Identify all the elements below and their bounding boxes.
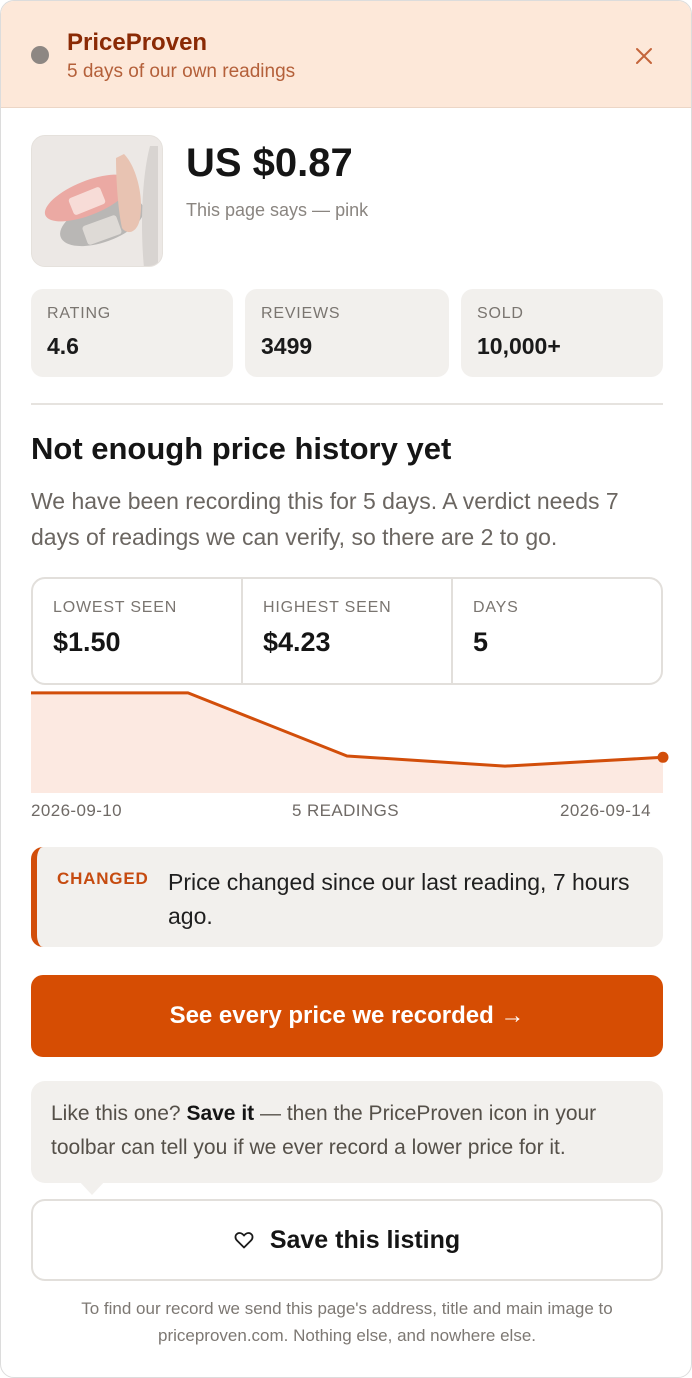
price-range-summary: LOWEST SEEN $1.50 HIGHEST SEEN $4.23 DAY… <box>31 577 663 685</box>
price-history-chart <box>31 691 669 793</box>
save-tip: Like this one? Save it — then the PriceP… <box>31 1081 663 1183</box>
see-price-history-button[interactable]: See every price we recorded → <box>31 975 663 1057</box>
save-listing-button[interactable]: Save this listing <box>31 1199 663 1281</box>
chart-area-fill <box>31 692 663 793</box>
stat-value: 4.6 <box>47 333 79 359</box>
brand-name: PriceProven <box>67 29 208 56</box>
lowest-seen: LOWEST SEEN $1.50 <box>33 579 241 683</box>
tip-bold: Save it <box>186 1102 255 1125</box>
chart-start-date: 2026-09-10 <box>31 801 122 820</box>
tip-prefix: Like this one? <box>51 1102 187 1125</box>
privacy-footer: To find our record we send this page's a… <box>81 1299 613 1345</box>
product-image <box>31 135 163 267</box>
range-label: DAYS <box>473 599 519 616</box>
stat-label: RATING <box>47 305 112 322</box>
range-value: $4.23 <box>263 627 331 657</box>
stat-rating: RATING 4.6 <box>31 289 233 377</box>
panel-header: PriceProven 5 days of our own readings <box>1 1 691 108</box>
change-tag: CHANGED <box>57 869 149 888</box>
section-divider <box>31 403 663 405</box>
stat-value: 3499 <box>261 333 313 359</box>
current-price: US $0.87 <box>186 141 353 185</box>
history-heading: Not enough price history yet <box>31 431 452 466</box>
range-label: HIGHEST SEEN <box>263 599 392 616</box>
chart-readings-count: 5 READINGS <box>292 801 399 820</box>
tip-pointer <box>79 1181 105 1195</box>
range-value: $1.50 <box>53 627 121 657</box>
highest-seen: HIGHEST SEEN $4.23 <box>241 579 451 683</box>
stat-label: SOLD <box>477 305 524 322</box>
heart-icon <box>234 1232 254 1249</box>
stat-reviews: REVIEWS 3499 <box>245 289 449 377</box>
close-button[interactable] <box>629 41 659 71</box>
days-recorded: DAYS 5 <box>451 579 661 683</box>
chart-end-date: 2026-09-14 <box>560 801 651 820</box>
priceproven-panel: PriceProven 5 days of our own readings U… <box>0 0 692 1378</box>
chart-point <box>657 751 669 763</box>
price-change-notice: CHANGED Price changed since our last rea… <box>31 847 663 947</box>
history-explanation: We have been recording this for 5 days. … <box>31 488 619 550</box>
stat-sold: SOLD 10,000+ <box>461 289 663 377</box>
range-label: LOWEST SEEN <box>53 599 178 616</box>
product-photo-icon <box>32 136 162 266</box>
stat-label: REVIEWS <box>261 305 341 322</box>
price-variant-note: This page says — pink <box>186 200 369 220</box>
save-listing-label: Save this listing <box>269 1225 461 1254</box>
status-dot-icon <box>31 46 49 64</box>
change-text: Price changed since our last reading, 7 … <box>168 869 630 929</box>
stat-value: 10,000+ <box>477 333 561 359</box>
header-subtitle: 5 days of our own readings <box>67 61 296 82</box>
range-value: 5 <box>473 627 489 657</box>
close-icon <box>636 48 652 64</box>
